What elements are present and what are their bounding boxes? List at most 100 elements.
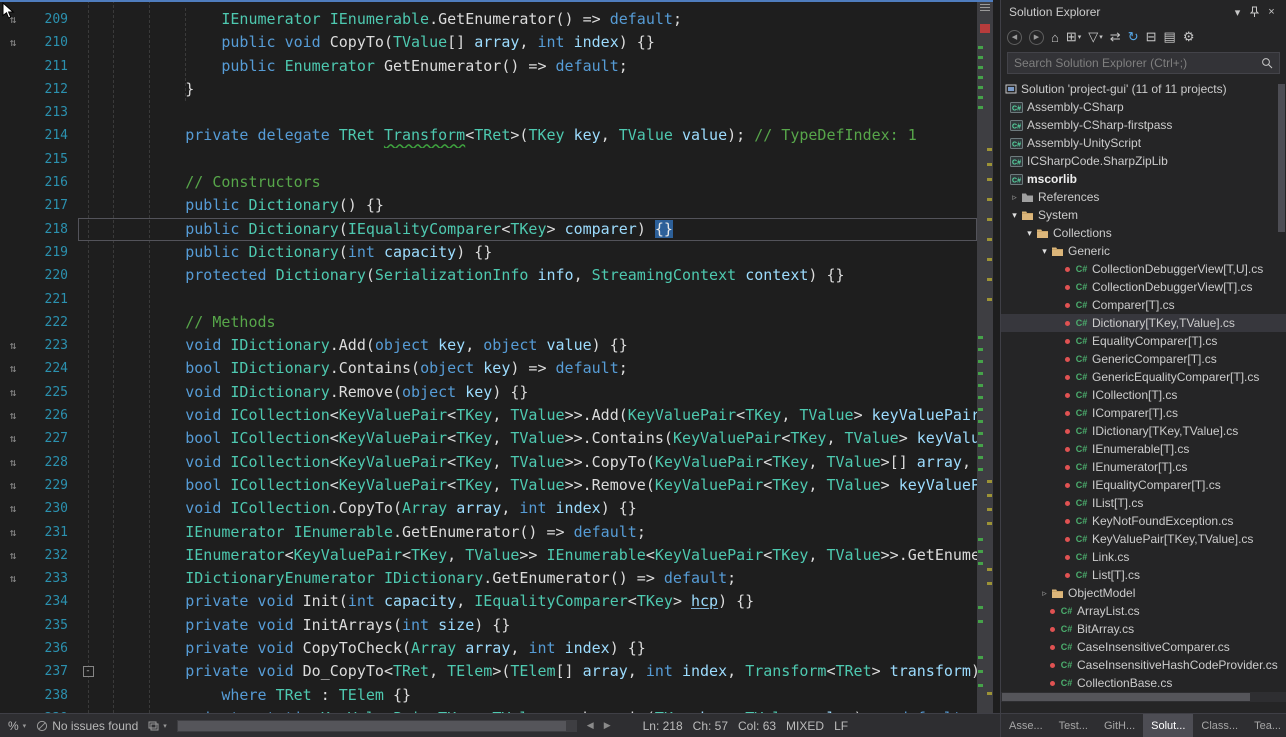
margin-options-button[interactable]: ▾ xyxy=(148,721,167,731)
line-number[interactable]: 211 xyxy=(26,55,78,78)
code-text[interactable]: bool ICollection<KeyValuePair<TKey, TVal… xyxy=(98,427,977,450)
line-number[interactable]: 239 xyxy=(26,707,78,713)
code-text[interactable]: IDictionaryEnumerator IDictionary.GetEnu… xyxy=(98,567,977,590)
tree-item-idictionary-tkey-tvalue-cs[interactable]: C#IDictionary[TKey,TValue].cs xyxy=(1001,422,1286,440)
line-number[interactable]: 230 xyxy=(26,497,78,520)
line-number[interactable]: 221 xyxy=(26,288,78,311)
code-text[interactable]: // Constructors xyxy=(98,171,977,194)
search-input[interactable] xyxy=(1007,52,1280,74)
tree-item-list-t-cs[interactable]: C#List[T].cs xyxy=(1001,566,1286,584)
line-number[interactable]: 227 xyxy=(26,427,78,450)
tree-item-references[interactable]: ▹References xyxy=(1001,188,1286,206)
pending-changes-filter-button[interactable]: ▽▾ xyxy=(1088,29,1103,45)
code-text[interactable]: private delegate TRet Transform<TRet>(TK… xyxy=(98,124,977,147)
zoom-control[interactable]: %▾ xyxy=(8,719,26,733)
tree-item-objectmodel[interactable]: ▹ObjectModel xyxy=(1001,584,1286,602)
tree-item-collectionbase-cs[interactable]: C#CollectionBase.cs xyxy=(1001,674,1286,692)
eol-indicator[interactable]: LF xyxy=(834,719,848,733)
code-line-224[interactable]: ⇅224 bool IDictionary.Contains(object ke… xyxy=(0,357,977,380)
collapse-arrow-icon[interactable]: ▾ xyxy=(1024,228,1035,239)
line-number[interactable]: 231 xyxy=(26,521,78,544)
code-line-235[interactable]: 235 private void InitArrays(int size) {} xyxy=(0,614,977,637)
code-text[interactable] xyxy=(98,101,977,124)
se-horizontal-scrollbar[interactable] xyxy=(1001,692,1286,702)
tree-item-assembly-unityscript[interactable]: C#Assembly-UnityScript xyxy=(1001,134,1286,152)
code-line-234[interactable]: 234 private void Init(int capacity, IEqu… xyxy=(0,590,977,613)
tree-item-keynotfoundexception-cs[interactable]: C#KeyNotFoundException.cs xyxy=(1001,512,1286,530)
tree-item-comparer-t-cs[interactable]: C#Comparer[T].cs xyxy=(1001,296,1286,314)
code-text[interactable]: bool ICollection<KeyValuePair<TKey, TVal… xyxy=(98,474,977,497)
implements-glyph-icon[interactable]: ⇅ xyxy=(0,544,26,567)
line-number[interactable]: 220 xyxy=(26,264,78,287)
indent-indicator[interactable]: MIXED xyxy=(786,719,824,733)
code-text[interactable]: private void Do_CopyTo<TRet, TElem>(TEle… xyxy=(98,660,977,683)
line-number[interactable]: 233 xyxy=(26,567,78,590)
code-text[interactable]: public void CopyTo(TValue[] array, int i… xyxy=(98,31,977,54)
solution-explorer-titlebar[interactable]: Solution Explorer ▾ × xyxy=(1001,0,1286,24)
code-text[interactable]: private void Init(int capacity, IEqualit… xyxy=(98,590,977,613)
code-line-210[interactable]: ⇅210 public void CopyTo(TValue[] array, … xyxy=(0,31,977,54)
tool-window-tab-test[interactable]: Test... xyxy=(1051,714,1096,737)
line-number[interactable]: 215 xyxy=(26,148,78,171)
tree-item-assembly-csharp-firstpass[interactable]: C#Assembly-CSharp-firstpass xyxy=(1001,116,1286,134)
line-number[interactable]: 237 xyxy=(26,660,78,683)
tool-window-tab-tea[interactable]: Tea... xyxy=(1246,714,1286,737)
code-text[interactable]: void ICollection<KeyValuePair<TKey, TVal… xyxy=(98,404,977,427)
search-icon[interactable] xyxy=(1261,57,1273,69)
code-line-221[interactable]: 221 xyxy=(0,288,977,311)
code-line-219[interactable]: 219 public Dictionary(int capacity) {} xyxy=(0,241,977,264)
code-line-239[interactable]: 239 private static KeyValuePair<TKey, TV… xyxy=(0,707,977,713)
code-line-230[interactable]: ⇅230 void ICollection.CopyTo(Array array… xyxy=(0,497,977,520)
expand-arrow-icon[interactable]: ▹ xyxy=(1009,192,1020,203)
tree-item-collections[interactable]: ▾Collections xyxy=(1001,224,1286,242)
code-text[interactable]: IEnumerator IEnumerable.GetEnumerator() … xyxy=(98,8,977,31)
code-text[interactable]: } xyxy=(98,78,977,101)
code-line-217[interactable]: 217 public Dictionary() {} xyxy=(0,194,977,217)
tree-item-icomparer-t-cs[interactable]: C#IComparer[T].cs xyxy=(1001,404,1286,422)
close-button[interactable]: × xyxy=(1263,6,1280,18)
code-line-212[interactable]: 212 } xyxy=(0,78,977,101)
se-vertical-scrollbar-thumb[interactable] xyxy=(1278,84,1285,232)
code-line-232[interactable]: ⇅232 IEnumerator<KeyValuePair<TKey, TVal… xyxy=(0,544,977,567)
tree-item-dictionary-tkey-tvalue-cs[interactable]: C#Dictionary[TKey,TValue].cs xyxy=(1001,314,1286,332)
properties-button[interactable]: ⚙ xyxy=(1183,29,1195,45)
code-text[interactable]: private void InitArrays(int size) {} xyxy=(98,614,977,637)
implements-glyph-icon[interactable]: ⇅ xyxy=(0,451,26,474)
scrollbar-thumb[interactable] xyxy=(178,721,566,731)
code-text[interactable]: void ICollection.CopyTo(Array array, int… xyxy=(98,497,977,520)
tree-item-link-cs[interactable]: C#Link.cs xyxy=(1001,548,1286,566)
tree-item-iequalitycomparer-t-cs[interactable]: C#IEqualityComparer[T].cs xyxy=(1001,476,1286,494)
implements-glyph-icon[interactable]: ⇅ xyxy=(0,567,26,590)
code-text[interactable]: where TRet : TElem {} xyxy=(98,684,977,707)
collapse-arrow-icon[interactable]: ▾ xyxy=(1009,210,1020,221)
collapse-all-button[interactable]: ⊟ xyxy=(1146,29,1157,45)
code-line-211[interactable]: 211 public Enumerator GetEnumerator() =>… xyxy=(0,55,977,78)
col-indicator[interactable]: Col: 63 xyxy=(738,719,776,733)
line-number[interactable]: 218 xyxy=(26,218,78,241)
tree-item-collectiondebuggerview-t-u-cs[interactable]: C#CollectionDebuggerView[T,U].cs xyxy=(1001,260,1286,278)
switch-views-button[interactable]: ⊞▾ xyxy=(1066,29,1081,45)
code-line-225[interactable]: ⇅225 void IDictionary.Remove(object key)… xyxy=(0,381,977,404)
code-line-214[interactable]: 214 private delegate TRet Transform<TRet… xyxy=(0,124,977,147)
code-text[interactable]: private static KeyValuePair<TKey, TValue… xyxy=(98,707,977,713)
scrollbar-thumb[interactable] xyxy=(1002,693,1250,701)
implements-glyph-icon[interactable]: ⇅ xyxy=(0,521,26,544)
tree-item-mscorlib[interactable]: C#mscorlib xyxy=(1001,170,1286,188)
tree-item-ienumerable-t-cs[interactable]: C#IEnumerable[T].cs xyxy=(1001,440,1286,458)
window-position-button[interactable]: ▾ xyxy=(1229,6,1246,19)
code-line-216[interactable]: 216 // Constructors xyxy=(0,171,977,194)
implements-glyph-icon[interactable]: ⇅ xyxy=(0,427,26,450)
code-text[interactable]: void ICollection<KeyValuePair<TKey, TVal… xyxy=(98,451,977,474)
tool-window-tab-solut[interactable]: Solut... xyxy=(1143,714,1193,737)
line-number[interactable]: 232 xyxy=(26,544,78,567)
code-line-237[interactable]: 237- private void Do_CopyTo<TRet, TElem>… xyxy=(0,660,977,683)
code-text[interactable]: public Dictionary(IEqualityComparer<TKey… xyxy=(98,218,977,241)
implements-glyph-icon[interactable]: ⇅ xyxy=(0,497,26,520)
horizontal-scrollbar[interactable] xyxy=(177,720,577,732)
tree-item-icsharpcode-sharpziplib[interactable]: C#ICSharpCode.SharpZipLib xyxy=(1001,152,1286,170)
tree-item-ienumerator-t-cs[interactable]: C#IEnumerator[T].cs xyxy=(1001,458,1286,476)
tree-item-genericequalitycomparer-t-cs[interactable]: C#GenericEqualityComparer[T].cs xyxy=(1001,368,1286,386)
tree-item-equalitycomparer-t-cs[interactable]: C#EqualityComparer[T].cs xyxy=(1001,332,1286,350)
code-text[interactable]: bool IDictionary.Contains(object key) =>… xyxy=(98,357,977,380)
line-number[interactable]: 235 xyxy=(26,614,78,637)
